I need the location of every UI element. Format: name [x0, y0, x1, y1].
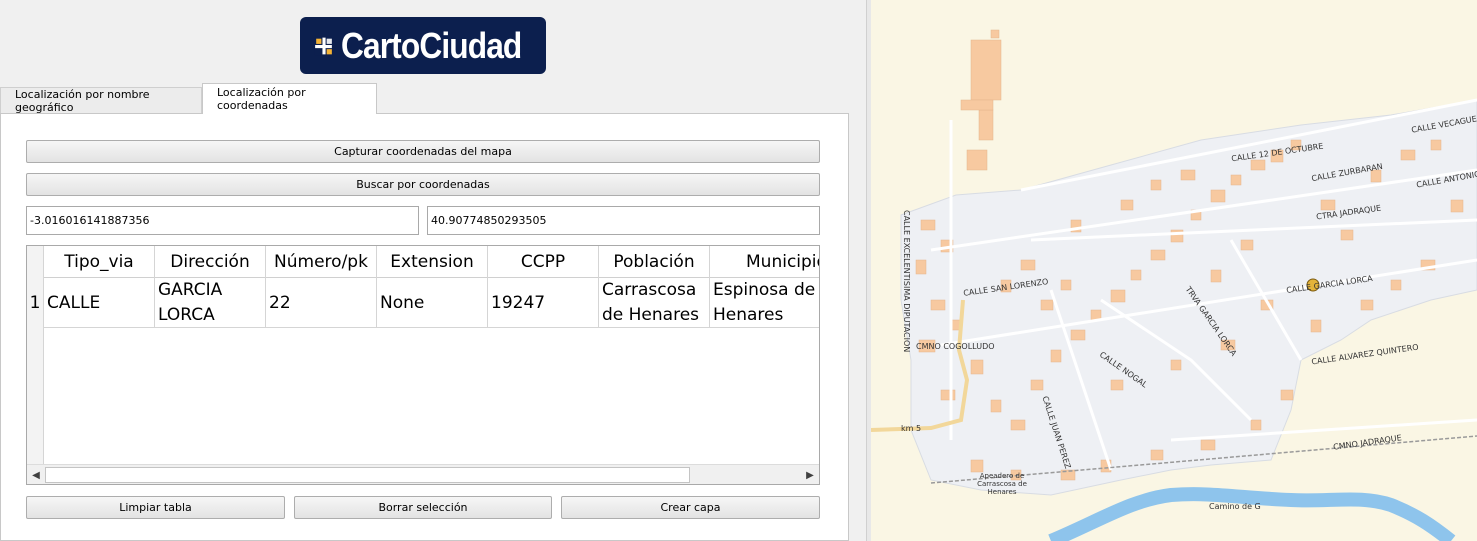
column-header-tipo-via[interactable]: Tipo_via	[44, 246, 155, 278]
map-label: km 5	[901, 424, 922, 433]
tab-coordinates[interactable]: Localización por coordenadas	[202, 83, 377, 114]
column-header-extension[interactable]: Extension	[377, 246, 488, 278]
column-header-municipio[interactable]: Municipio	[710, 246, 819, 278]
map-label: Camino de G	[1209, 502, 1261, 511]
capture-coordinates-button[interactable]: Capturar coordenadas del mapa	[26, 140, 820, 163]
row-gutter	[27, 328, 44, 466]
row-number[interactable]: 1	[27, 278, 44, 328]
column-header-poblacion[interactable]: Población	[599, 246, 710, 278]
clear-table-button[interactable]: Limpiar tabla	[26, 496, 285, 519]
tab-label: Localización por coordenadas	[217, 86, 306, 112]
cell-ccpp[interactable]: 19247	[488, 278, 599, 328]
longitude-input[interactable]	[26, 206, 419, 235]
column-header-ccpp[interactable]: CCPP	[488, 246, 599, 278]
create-layer-button[interactable]: Crear capa	[561, 496, 820, 519]
search-by-coordinates-button[interactable]: Buscar por coordenadas	[26, 173, 820, 196]
results-table[interactable]: Tipo_via Dirección Número/pk Extension C…	[26, 245, 820, 485]
horizontal-scrollbar[interactable]: ◀ ▶	[27, 464, 819, 484]
cell-poblacion[interactable]: Carrascosa de Henares	[599, 278, 710, 328]
map-canvas[interactable]: CALLE 12 DE OCTUBRE CALLE VECAGUE CALLE …	[871, 0, 1477, 541]
cell-direccion[interactable]: GARCIA LORCA	[155, 278, 266, 328]
cell-tipo-via[interactable]: CALLE	[44, 278, 155, 328]
map-label: CALLE EXCELENTISIMA DIPUTACION	[902, 210, 911, 353]
delete-selection-button[interactable]: Borrar selección	[294, 496, 552, 519]
tab-geographic-name[interactable]: Localización por nombre geográfico	[0, 87, 202, 114]
scroll-right-icon[interactable]: ▶	[803, 468, 817, 482]
table-row[interactable]: 1 CALLE GARCIA LORCA 22 None 19247 Carra…	[27, 278, 819, 328]
column-header-numero[interactable]: Número/pk	[266, 246, 377, 278]
logo-text: CartoCiudad	[341, 24, 522, 66]
cell-extension[interactable]: None	[377, 278, 488, 328]
cell-numero[interactable]: 22	[266, 278, 377, 328]
map-graphics	[871, 29, 1477, 541]
latitude-input[interactable]	[427, 206, 820, 235]
cartociudad-logo-icon	[314, 36, 333, 55]
table-header: Tipo_via Dirección Número/pk Extension C…	[27, 246, 819, 278]
cell-municipio[interactable]: Espinosa de Henares	[710, 278, 819, 328]
scrollbar-thumb[interactable]	[45, 467, 690, 483]
table-corner[interactable]	[27, 246, 44, 278]
cartociudad-logo: CartoCiudad	[300, 17, 546, 74]
tab-label: Localización por nombre geográfico	[15, 88, 150, 114]
map-label: CMNO COGOLLUDO	[916, 342, 995, 351]
column-header-direccion[interactable]: Dirección	[155, 246, 266, 278]
scroll-left-icon[interactable]: ◀	[29, 468, 43, 482]
map-label: Apeadero de Carrascosa de Henares	[977, 472, 1027, 496]
plugin-panel: CartoCiudad Localización por nombre geog…	[0, 0, 866, 541]
